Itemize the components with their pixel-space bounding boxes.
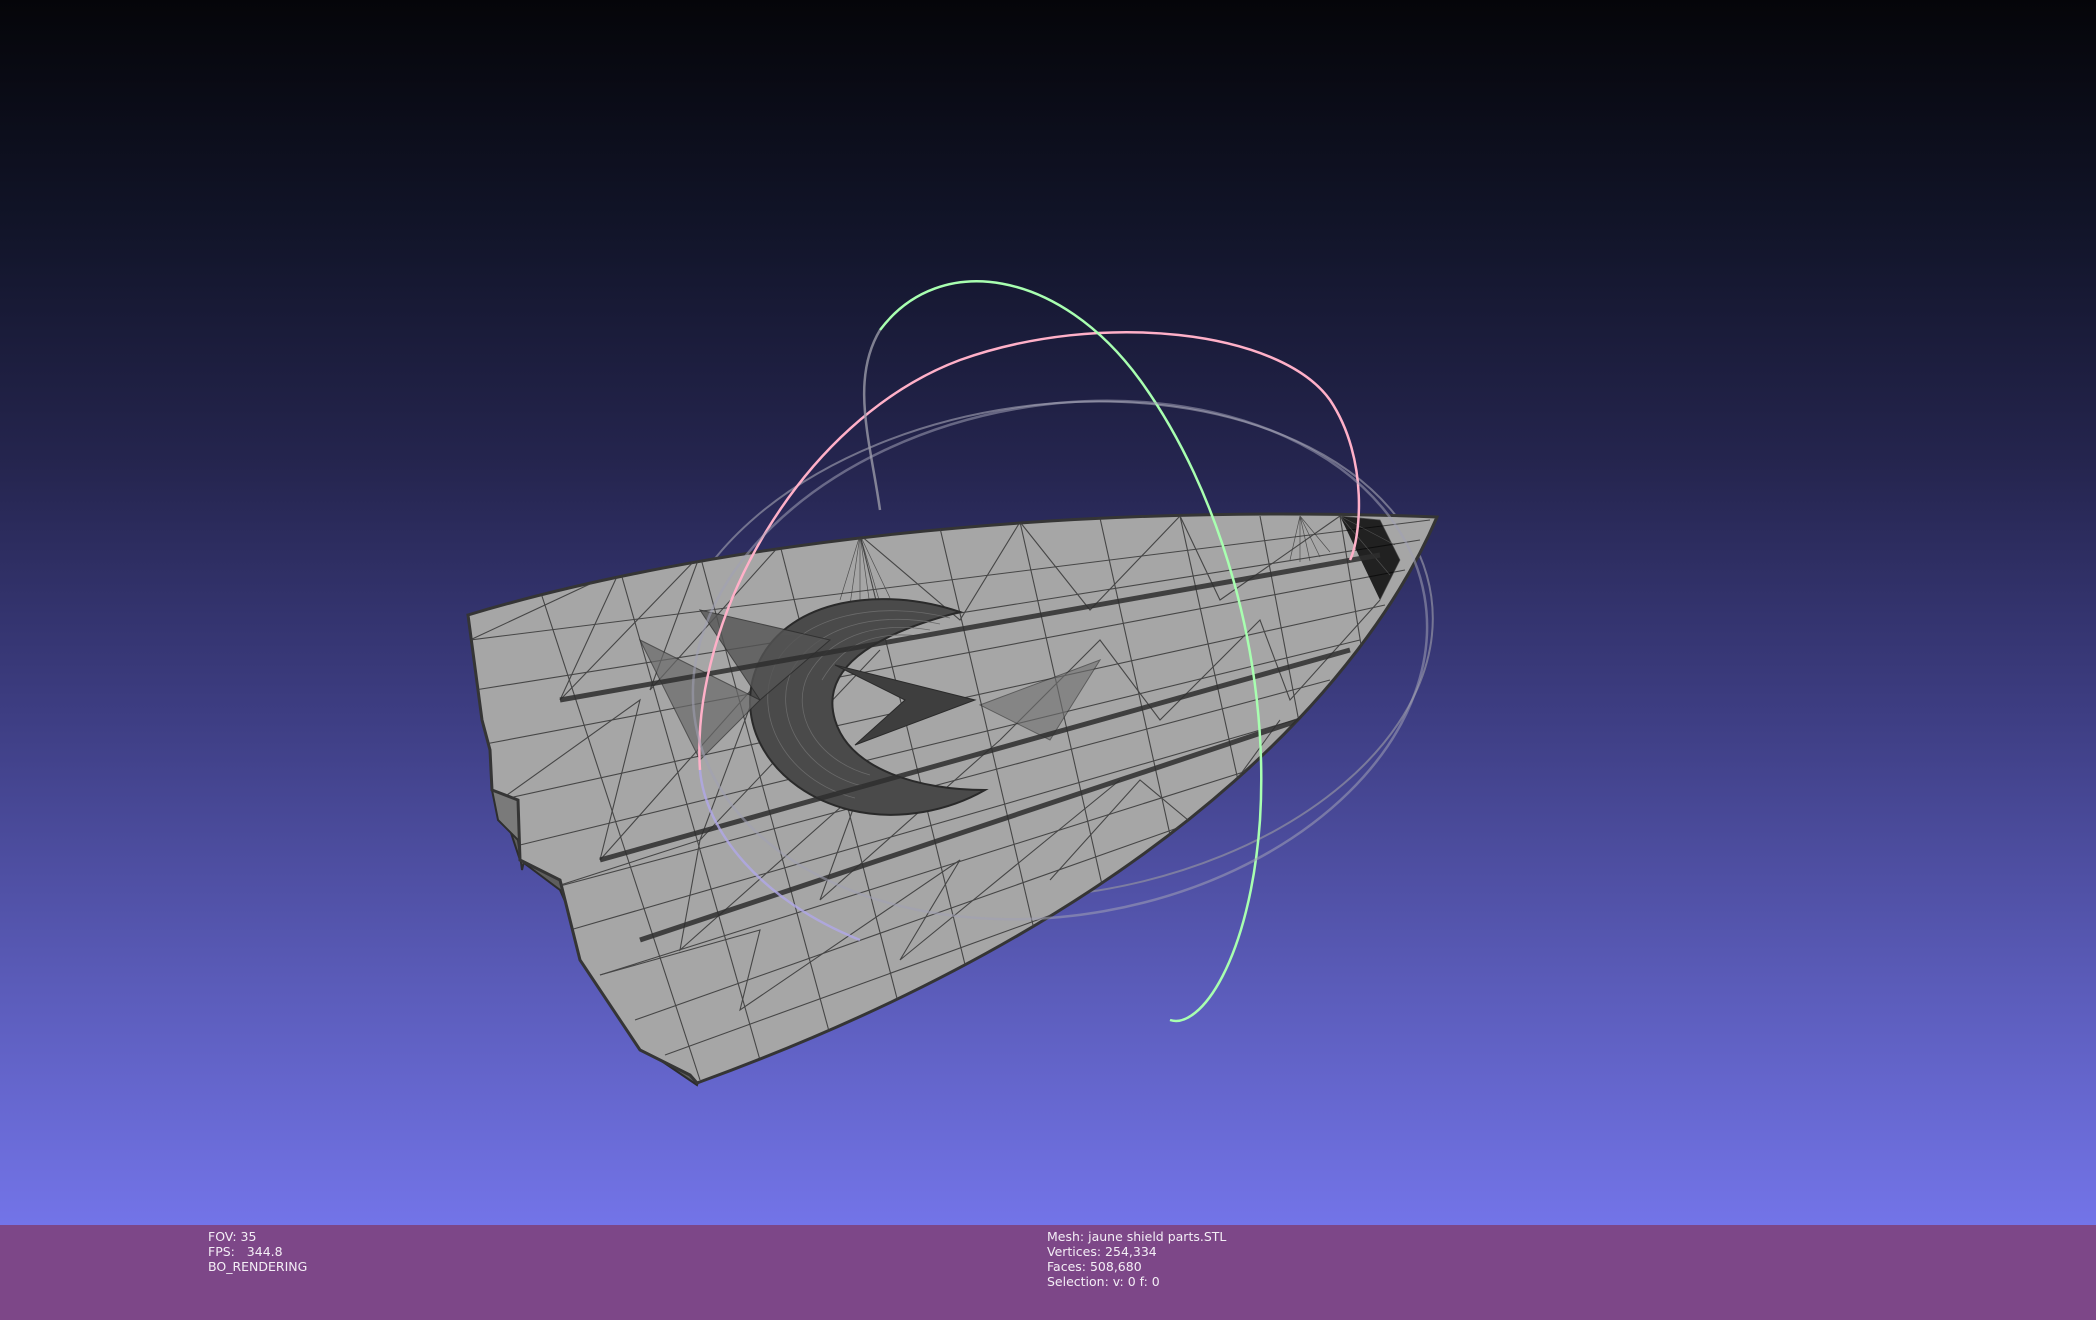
mesh-name: Mesh: jaune shield parts.STL (1047, 1229, 1227, 1244)
status-info-bar: FOV: 35 FPS: 344.8 BO_RENDERING Mesh: ja… (0, 1225, 2096, 1320)
vertex-count: Vertices: 254,334 (1047, 1244, 1157, 1259)
3d-viewport[interactable] (0, 0, 2096, 1225)
selection-count: Selection: v: 0 f: 0 (1047, 1274, 1160, 1289)
fps-readout: FPS: 344.8 (208, 1244, 283, 1259)
mesh-stats: Mesh: jaune shield parts.STL Vertices: 2… (1047, 1229, 1226, 1289)
mesh-render[interactable] (0, 0, 2096, 1225)
fov-readout: FOV: 35 (208, 1229, 257, 1244)
render-stats: FOV: 35 FPS: 344.8 BO_RENDERING (208, 1229, 307, 1274)
render-mode: BO_RENDERING (208, 1259, 308, 1274)
face-count: Faces: 508,680 (1047, 1259, 1142, 1274)
